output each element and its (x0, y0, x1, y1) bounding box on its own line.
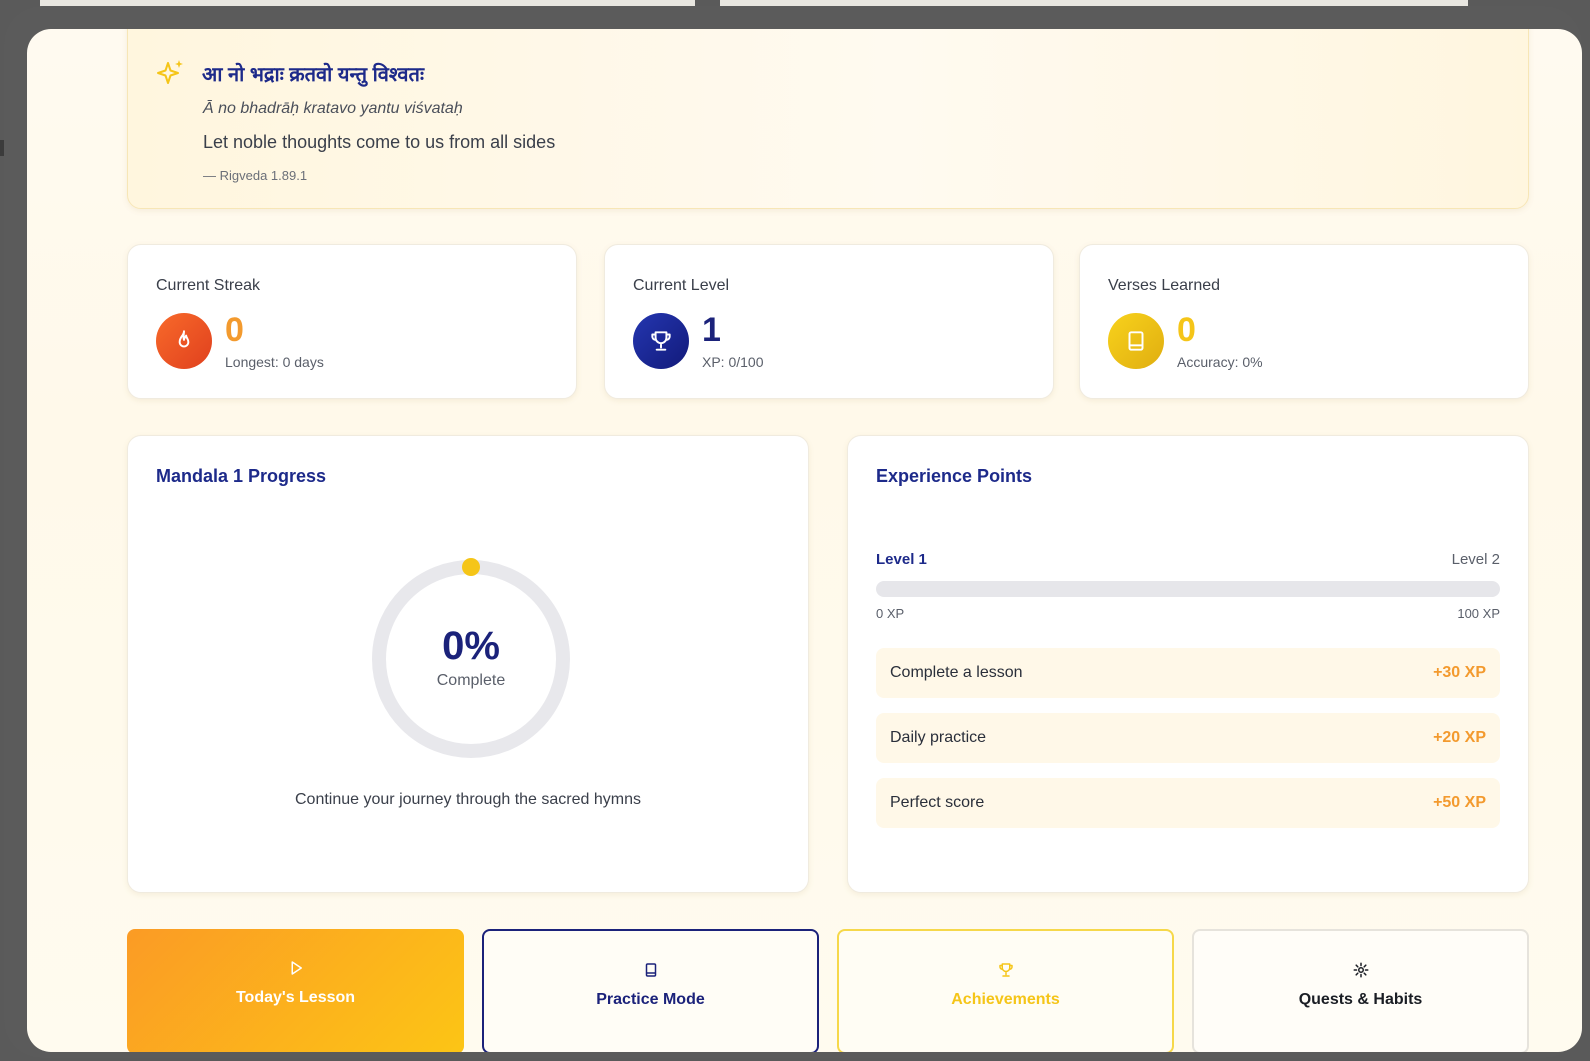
practice-mode-button[interactable]: Practice Mode (482, 929, 819, 1052)
reward-label: Daily practice (890, 729, 987, 746)
quests-habits-button[interactable]: Quests & Habits (1192, 929, 1529, 1052)
panel-title: Mandala 1 Progress (156, 466, 327, 486)
level-value: 1 (702, 311, 721, 349)
stat-label: Current Streak (156, 277, 261, 294)
reward-points: +30 XP (1433, 664, 1486, 681)
book-icon (640, 959, 662, 981)
mandala-progress-card: Mandala 1 Progress 0% Complete Continue … (127, 435, 809, 893)
reward-label: Complete a lesson (890, 664, 1023, 681)
book-icon (1108, 313, 1164, 369)
streak-value: 0 (225, 311, 244, 349)
verse-source: — Rigveda 1.89.1 (203, 168, 308, 183)
next-level-label: Level 2 (1451, 551, 1500, 568)
stat-label: Current Level (633, 277, 730, 294)
button-label: Quests & Habits (1298, 991, 1423, 1008)
reward-points: +20 XP (1433, 729, 1486, 746)
stat-label: Verses Learned (1108, 277, 1221, 294)
progress-percent: 0% (442, 624, 500, 668)
progress-ring-marker (462, 558, 480, 576)
verses-accuracy: Accuracy: 0% (1177, 354, 1263, 370)
gear-icon (1350, 959, 1372, 981)
trophy-icon (633, 313, 689, 369)
verse-transliteration: Ā no bhadrāḥ kratavo yantu viśvataḥ (203, 100, 463, 117)
streak-longest: Longest: 0 days (225, 354, 324, 370)
current-streak-card: Current Streak 0 Longest: 0 days (127, 244, 577, 399)
progress-complete-label: Complete (436, 672, 506, 689)
panel-title: Experience Points (876, 466, 1033, 486)
verse-of-the-day-banner: आ नो भद्राः क्रतवो यन्तु विश्वतः Ā no bh… (127, 29, 1529, 209)
xp-max-label: 100 XP (1457, 606, 1500, 621)
xp-reward-row: Daily practice +20 XP (876, 713, 1500, 763)
button-label: Achievements (951, 991, 1060, 1008)
play-icon (285, 957, 307, 979)
current-level-card: Current Level 1 XP: 0/100 (604, 244, 1054, 399)
progress-ring: 0% Complete (366, 554, 576, 764)
verses-learned-card: Verses Learned 0 Accuracy: 0% (1079, 244, 1529, 399)
verses-value: 0 (1177, 311, 1196, 349)
progress-caption: Continue your journey through the sacred… (295, 791, 641, 808)
device-frame: आ नो भद्राः क्रतवो यन्तु विश्वतः Ā no bh… (4, 6, 1582, 1058)
verse-sanskrit: आ नो भद्राः क्रतवो यन्तु विश्वतः (202, 64, 424, 86)
sparkles-icon (157, 60, 183, 84)
experience-points-card: Experience Points Level 1 Level 2 0 XP 1… (847, 435, 1529, 893)
app-screen: आ नो भद्राः क्रतवो यन्तु विश्वतः Ā no bh… (27, 29, 1582, 1052)
xp-reward-row: Complete a lesson +30 XP (876, 648, 1500, 698)
reward-label: Perfect score (890, 794, 985, 811)
trophy-icon (995, 959, 1017, 981)
button-label: Practice Mode (596, 991, 705, 1008)
level-xp: XP: 0/100 (702, 354, 764, 370)
button-label: Today's Lesson (235, 989, 356, 1006)
verse-meaning: Let noble thoughts come to us from all s… (203, 132, 556, 152)
xp-reward-row: Perfect score +50 XP (876, 778, 1500, 828)
xp-min-label: 0 XP (876, 606, 905, 621)
xp-progress-bar (876, 581, 1500, 597)
achievements-button[interactable]: Achievements (837, 929, 1174, 1052)
todays-lesson-button[interactable]: Today's Lesson (127, 929, 464, 1052)
flame-icon (156, 313, 212, 369)
reward-points: +50 XP (1433, 794, 1486, 811)
current-level-label: Level 1 (876, 551, 927, 568)
